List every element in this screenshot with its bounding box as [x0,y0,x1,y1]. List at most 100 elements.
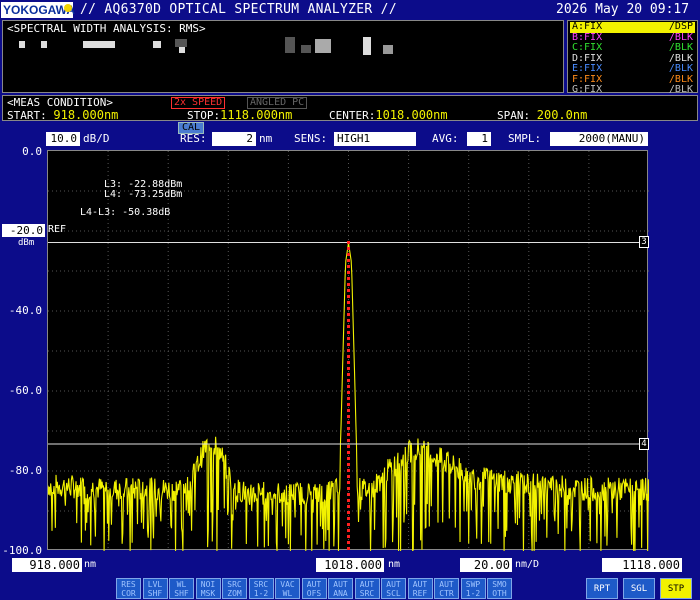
trace-row[interactable]: E:FIX/BLK [570,63,695,75]
span-label: SPAN: [497,109,531,122]
app-title: // AQ6370D OPTICAL SPECTRUM ANALYZER // [80,2,397,17]
res-unit: nm [259,132,273,145]
y-tick-label: -40.0 [8,304,42,317]
y-tick-label: -100.0 [2,544,42,557]
softkey-line1: RES [121,580,136,589]
center-label: CENTER: [329,109,376,122]
x-center-input[interactable]: 1018.000 [316,558,384,572]
softkey-line1: AUT [439,580,454,589]
scale-unit: dB/D [83,132,110,145]
softkey-line2: 1-2 [465,589,481,598]
ref-level-input[interactable]: -20.0 [2,224,45,237]
x-stop-input[interactable]: 1118.000 [602,558,682,572]
softkey-line2: REF [412,589,428,598]
softkey-line2: COR [121,589,136,598]
trace-mode: /BLK [668,42,693,53]
softkey-button[interactable]: VAC WL [275,578,300,599]
softkey-line1: LVL [147,580,163,589]
softkey-button[interactable]: RES COR [116,578,141,599]
ref-label: REF [48,224,67,235]
redacted-block [383,45,393,54]
softkey-button[interactable]: AUT OFS [301,578,327,599]
brand-star-icon [64,4,72,12]
x-start-unit: nm [84,559,97,570]
trace-row[interactable]: G:FIX/BLK [570,84,695,96]
brand-logo: YOKOGAWA [1,2,76,18]
softkey-button[interactable]: SMO OTH [487,578,512,599]
y-tick-label: 0.0 [22,145,42,158]
trace-mode: /BLK [668,63,693,74]
softkey-line2: 1-2 [253,589,269,598]
redacted-block [175,39,187,47]
softkey-line2: ZOM [227,589,242,598]
x-div-unit: nm/D [515,559,540,570]
settings-row: 10.0 dB/D CAL RES: 2 nm SENS: HIGH1 AVG:… [0,122,700,146]
softkey-line2: SHF [174,589,189,598]
softkey-button[interactable]: LVL SHF [142,578,168,599]
span-value: 200.0nm [536,108,588,122]
center-field: CENTER:1018.000nm [329,108,448,122]
softkey-line1: AUT [333,580,348,589]
softkey-button[interactable]: SWP 1-2 [460,578,486,599]
softkey-line2: OTH [492,589,507,598]
softkey-button[interactable]: AUT ANA [328,578,353,599]
softkey-button[interactable]: AUT REF [407,578,433,599]
stop-sweep-button[interactable]: STP [660,578,692,599]
l4-readout: L4: -73.25dBm [104,189,183,200]
softkey-line1: SRC [253,580,269,589]
redacted-block [83,41,115,48]
softkey-button[interactable]: SRC ZOM [222,578,247,599]
analysis-title: <SPECTRAL WIDTH ANALYSIS: RMS> [7,22,206,35]
avg-label: AVG: [432,132,459,145]
softkey-line1: AUT [359,580,375,589]
y-tick-label: -80.0 [8,464,42,477]
redacted-block [363,37,371,55]
softkey-line2: SCL [386,589,401,598]
trace-label: A:FIX [572,21,603,32]
x-start-input[interactable]: 918.000 [12,558,82,572]
softkey-line1: VAC [280,580,295,589]
center-value: 1018.000nm [375,108,448,122]
softkey-button[interactable]: NOI MSK [195,578,221,599]
softkey-button[interactable]: AUT SRC [354,578,380,599]
marker-l4-tag[interactable]: 4 [639,438,649,450]
res-label: RES: [180,132,207,145]
scale-input[interactable]: 10.0 [46,132,80,146]
marker-l3-tag[interactable]: 3 [639,236,649,248]
diff-readout: L4-L3: -50.38dB [80,207,171,218]
single-sweep-button[interactable]: SGL [623,578,655,599]
smpl-input[interactable]: 2000(MANU) [550,132,648,146]
ref-unit: dBm [18,238,35,248]
y-tick-label: -60.0 [8,384,42,397]
softkey-button[interactable]: AUT CTR [434,578,459,599]
repeat-sweep-button[interactable]: RPT [586,578,618,599]
softkey-button[interactable]: AUT SCL [381,578,406,599]
redacted-block [153,41,161,48]
redacted-block [41,41,47,48]
softkey-line1: AUT [306,580,322,589]
trace-label: C:FIX [572,42,603,53]
softkey-line1: AUT [412,580,428,589]
softkey-line1: AUT [386,580,401,589]
trace-label: G:FIX [572,84,603,95]
trace-row[interactable]: C:FIX/BLK [570,42,695,54]
softkey-line2: ANA [333,589,348,598]
span-field: SPAN: 200.0nm [497,108,587,122]
start-label: START: [7,109,47,122]
trace-mode: /DSP [668,21,693,32]
softkey-button[interactable]: SRC 1-2 [248,578,274,599]
x-div-input[interactable]: 20.00 [460,558,512,572]
softkey-line2: CTR [439,589,454,598]
sens-input[interactable]: HIGH1 [334,132,416,146]
redacted-block [19,41,25,48]
title-bar: YOKOGAWA // AQ6370D OPTICAL SPECTRUM ANA… [0,0,700,20]
softkey-line1: NOI [200,580,216,589]
avg-input[interactable]: 1 [467,132,491,146]
res-input[interactable]: 2 [212,132,256,146]
trace-row[interactable]: A:FIX/DSP [570,21,695,33]
softkey-line1: SRC [227,580,242,589]
softkey-line1: SMO [492,580,507,589]
date-time: 2026 May 20 09:17 [556,2,690,17]
softkey-button[interactable]: WL SHF [169,578,194,599]
redacted-block [285,37,295,53]
